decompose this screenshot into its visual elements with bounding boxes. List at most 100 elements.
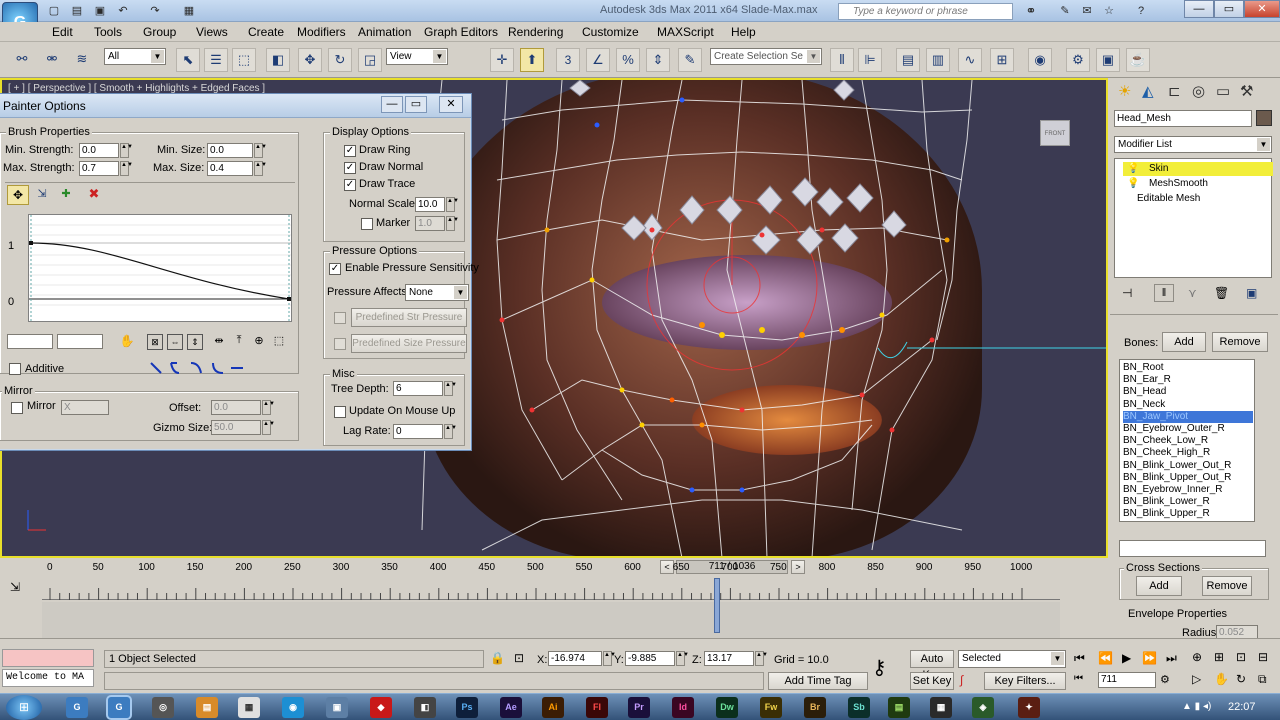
maximize-button[interactable]: ▭ [1214,0,1244,18]
move-point-icon[interactable]: ✥ [7,185,29,205]
bone-list-item[interactable]: BN_Root [1123,362,1253,374]
menu-graph-editors[interactable]: Graph Editors [424,25,498,39]
object-color-swatch[interactable] [1256,110,1272,126]
mirror-icon[interactable]: ⫴ [830,48,854,72]
pivot-center-icon[interactable]: ✛ [490,48,514,72]
select-by-name-icon[interactable]: ☰ [204,48,228,72]
taskbar-folder-icon[interactable]: ▤ [196,697,218,718]
bone-list-item[interactable]: BN_Blink_Lower_R [1123,496,1253,508]
pan-view-icon[interactable]: ✋ [1214,672,1229,686]
time-configuration-icon[interactable]: ⚙ [1160,673,1170,686]
stack-item-meshsmooth[interactable]: MeshSmooth [1123,177,1273,191]
named-selection-set-input[interactable]: Create Selection Se ▼ [710,48,822,65]
angle-snap-icon[interactable]: ∠ [586,48,610,72]
dialog-maximize-button[interactable]: ▭ [405,96,427,113]
zoom-region-icon[interactable]: ⬚ [271,334,287,350]
render-production-icon[interactable]: ☕ [1126,48,1150,72]
zoom-horizontal-extents-icon[interactable]: ⇔ [167,334,183,350]
stack-item-skin[interactable]: Skin [1123,162,1273,176]
maximize-viewport-icon[interactable]: ⧉ [1258,672,1267,687]
normal-scale-spinner[interactable]: ▲▼ [446,197,459,212]
update-on-mouse-up-checkbox[interactable] [334,406,346,418]
min-strength-input[interactable]: 0.0 [79,143,119,158]
play-icon[interactable]: ▶ [1122,651,1131,665]
select-manipulate-icon[interactable]: ⬆ [520,48,544,72]
lightbulb-icon[interactable]: 💡 [1127,163,1139,174]
bone-list-item[interactable]: BN_Jaw_Pivot [1123,410,1253,423]
menu-animation[interactable]: Animation [358,25,411,39]
selection-filter-dropdown[interactable]: All ▼ [104,48,166,65]
taskbar-app-icon[interactable]: ◈ [972,697,994,718]
modifier-list-dropdown[interactable]: Modifier List ▼ [1114,136,1272,153]
project-folder-icon[interactable]: ▦ [180,3,198,19]
stack-item-editable-mesh[interactable]: Editable Mesh [1123,192,1273,206]
taskbar-browser-icon[interactable]: ◉ [282,697,304,718]
window-crossing-icon[interactable]: ◧ [266,48,290,72]
lag-rate-input[interactable]: 0 [393,424,443,439]
schematic-view-icon[interactable]: ⊞ [990,48,1014,72]
taskbar-soundbooth-icon[interactable]: Sb [848,697,870,718]
zoom-vertical-icon[interactable]: ⤒ [231,334,247,350]
zoom-extents-icon[interactable]: ⊠ [147,334,163,350]
bone-list-item[interactable]: BN_Head [1123,386,1253,398]
remove-cross-section-button[interactable]: Remove [1202,576,1252,596]
mini-curve-editor-icon[interactable]: ⇲ [10,580,20,594]
taskbar-app-icon[interactable]: ◆ [370,697,392,718]
curve-preset-icons[interactable] [149,360,259,376]
tray-icons[interactable]: ▲ ▮ ◂) [1182,701,1211,712]
go-to-end-icon[interactable]: ⏭ [1166,651,1177,666]
display-tab-icon[interactable]: ▭ [1216,82,1230,100]
utilities-tab-icon[interactable]: ⚒ [1240,82,1253,100]
current-frame-marker[interactable] [714,578,721,633]
auto-key-button[interactable]: Auto Key [910,650,954,681]
menu-tools[interactable]: Tools [94,25,122,39]
configure-modifier-sets-icon[interactable]: ▣ [1246,286,1257,300]
max-strength-input[interactable]: 0.7 [79,161,119,176]
open-file-icon[interactable]: ▤ [68,3,86,19]
taskbar-app-icon[interactable]: ✦ [1018,697,1040,718]
move-icon[interactable]: ✥ [298,48,322,72]
offset-input[interactable]: 0.0 [211,400,261,415]
min-size-spinner[interactable]: ▲▼ [254,143,267,158]
zoom-all-icon[interactable]: ⊞ [1214,650,1224,664]
field-of-view-icon[interactable]: ▷ [1192,672,1201,686]
redo-icon[interactable]: ↷ [146,3,164,19]
predefined-str-checkbox[interactable] [334,312,346,324]
gizmo-size-spinner[interactable]: ▲▼ [262,420,275,435]
snap-toggle-icon[interactable]: 3 [556,48,580,72]
align-icon[interactable]: ⊫ [858,48,882,72]
edit-named-selection-icon[interactable]: ✎ [678,48,702,72]
zoom-extents-all-icon[interactable]: ⊟ [1258,650,1268,664]
taskbar-flash-icon[interactable]: Fl [586,697,608,718]
bone-list-item[interactable]: BN_Blink_Upper_Out_R [1123,472,1253,484]
taskbar-3dsmax-active-icon[interactable]: G [108,697,130,718]
draw-normal-checkbox[interactable]: ✓ [344,162,356,174]
taskbar-app-icon[interactable]: ▣ [326,697,348,718]
predefined-size-pressure-button[interactable]: Predefined Size Pressure [351,334,467,353]
bone-list-item[interactable]: BN_Blink_Lower_Out_R [1123,460,1253,472]
gizmo-size-input[interactable]: 50.0 [211,420,261,435]
layer-manager-icon[interactable]: ▤ [896,48,920,72]
rotate-icon[interactable]: ↻ [328,48,352,72]
falloff-curve-graph[interactable] [28,214,292,322]
taskbar-after-effects-icon[interactable]: Ae [500,697,522,718]
bone-list-item[interactable]: BN_Eyebrow_Inner_R [1123,484,1253,496]
z-coordinate-input[interactable]: 13.17 [704,651,754,666]
motion-tab-icon[interactable]: ◎ [1192,82,1205,100]
new-file-icon[interactable]: ▢ [45,3,63,19]
taskbar-app-icon[interactable]: ▤ [888,697,910,718]
y-coordinate-spinner[interactable]: ▲▼ [676,651,689,666]
current-frame-input[interactable]: 711 [1098,672,1156,688]
marker-spinner[interactable]: ▲▼ [446,216,459,231]
zoom-vertical-extents-icon[interactable]: ⇕ [187,334,203,350]
percent-snap-icon[interactable]: % [616,48,640,72]
bind-space-warp-icon[interactable]: ≋ [70,48,94,72]
save-icon[interactable]: ▣ [91,3,109,19]
taskbar-fireworks-icon[interactable]: Fw [760,697,782,718]
z-coordinate-spinner[interactable]: ▲▼ [755,651,768,666]
add-time-tag-button[interactable]: Add Time Tag [768,672,868,690]
show-end-result-icon[interactable]: ‖ [1154,284,1174,302]
additive-checkbox[interactable] [9,363,21,375]
pan-icon[interactable]: ✋ [119,334,135,350]
curve-editor-icon[interactable]: ∿ [958,48,982,72]
